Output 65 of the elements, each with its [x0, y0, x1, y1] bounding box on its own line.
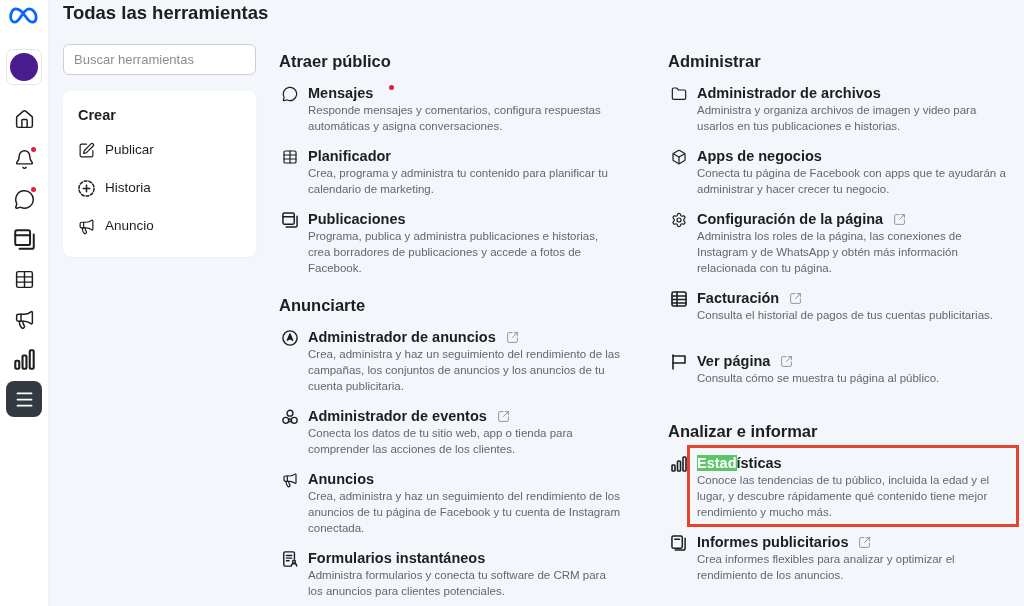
document-person-icon [282, 550, 298, 567]
speech-bubble-icon [282, 85, 298, 102]
section-heading: Administrar [668, 51, 761, 72]
folder-icon [671, 85, 687, 102]
tool-description: Consulta el historial de pagos de tus cuentas publicitarias. [697, 308, 994, 323]
tool-description: Administra los roles de la página, las conexiones de Instagram y de WhatsApp y obtén más información relacionada con tu página. [697, 229, 963, 276]
grid-table-icon [13, 268, 35, 290]
home-icon [13, 108, 35, 130]
stacked-windows-icon [13, 228, 35, 250]
tool-description: Conoce las tendencias de tu público, incluida la edad y el lugar, y descubre rápidamente qué contenido tiene mejor rendimiento y mucho más. [697, 473, 991, 520]
megaphone-icon [78, 217, 95, 235]
bar-chart-icon [13, 348, 35, 370]
tool-title[interactable]: Publicaciones [308, 210, 406, 228]
stacked-windows-icon [282, 211, 298, 228]
tool-description: Crea, administra y haz un seguimiento del rendimiento de las campañas, los conjuntos de anuncios y los anuncios de tu cuenta publicitaria. [308, 347, 620, 394]
tool-description: Administra formularios y conecta tu software de CRM para los anuncios para clientes potenciales. [308, 568, 607, 599]
tool-title[interactable]: Administrador de anuncios [308, 328, 496, 346]
tool-title[interactable]: Anuncios [308, 470, 375, 488]
tool-title[interactable]: Apps de negocios [697, 147, 822, 165]
tool-description: Programa, publica y administra publicaciones e historias, crea borradores de publicaciones y accede a fotos de Facebook. [308, 229, 600, 276]
tool-title[interactable]: Administrador de eventos [308, 407, 487, 425]
tool-description: Conecta tu página de Facebook con apps que te ayudarán a administrar y hacer crecer tu negocio. [697, 166, 1007, 197]
tool-description: Administra y organiza archivos de imagen y video para usarlos en tus publicaciones e historias. [697, 103, 978, 134]
flag-icon [671, 353, 687, 370]
ledger-icon [671, 290, 687, 307]
navigation-circle-icon [282, 329, 298, 346]
cube-icon [671, 148, 687, 165]
tool-title[interactable]: Formularios instantáneos [308, 549, 486, 567]
tool-title[interactable]: Planificador [308, 147, 391, 165]
tool-title[interactable]: Estadísticas [697, 454, 782, 472]
tool-description: Crea, programa y administra tu contenido para planificar tu calendario de marketing. [308, 166, 609, 197]
sidebar-button[interactable] [6, 381, 42, 417]
tool-title[interactable]: Configuración de la página [697, 210, 884, 228]
section-heading: Atraer público [279, 51, 391, 72]
card-title: Crear [78, 106, 116, 125]
tool-description: Consulta cómo se muestra tu página al público. [697, 371, 941, 386]
tool-title[interactable]: Mensajes [308, 84, 374, 102]
tool-title[interactable]: Ver página [697, 352, 771, 370]
page-title: Todas las herramientas [63, 1, 269, 25]
circles-cluster-icon [282, 408, 298, 425]
pencil-square-icon [78, 141, 95, 159]
tool-description: Responde mensajes y comentarios, configura respuestas automáticas y asigna conversaciones. [308, 103, 602, 134]
tool-description: Conecta los datos de tu sitio web, app o tienda para comprender las acciones de los clientes. [308, 426, 574, 457]
bell-icon [13, 148, 35, 170]
search-field[interactable]: Buscar herramientas [63, 44, 256, 75]
tool-title[interactable]: Informes publicitarios [697, 533, 849, 551]
section-heading: Analizar e informar [668, 421, 818, 442]
documents-icon [671, 534, 687, 551]
tool-description: Crea, administra y haz un seguimiento del rendimiento de los anuncios de tu página de Facebook y tu cuenta de Instagram conectada. [308, 489, 620, 536]
grid-table-icon [282, 148, 298, 165]
speech-bubble-icon [13, 188, 35, 210]
megaphone-icon [282, 471, 298, 488]
tool-description: Crea informes flexibles para analizar y optimizar el rendimiento de los anuncios. [697, 552, 956, 583]
section-heading: Anunciarte [279, 295, 366, 316]
tool-title[interactable]: Administrador de archivos [697, 84, 881, 102]
settings-icon [671, 211, 687, 228]
megaphone-icon [13, 308, 35, 330]
create-item[interactable]: Historia [78, 172, 241, 204]
avatar-icon[interactable] [6, 49, 42, 85]
tool-title[interactable]: Facturación [697, 289, 780, 307]
bar-chart-icon [671, 455, 687, 472]
create-item[interactable]: Publicar [78, 134, 241, 166]
infinity-logo-icon [9, 6, 39, 25]
plus-circle-icon [78, 179, 95, 197]
create-item[interactable]: Anuncio [78, 210, 241, 242]
